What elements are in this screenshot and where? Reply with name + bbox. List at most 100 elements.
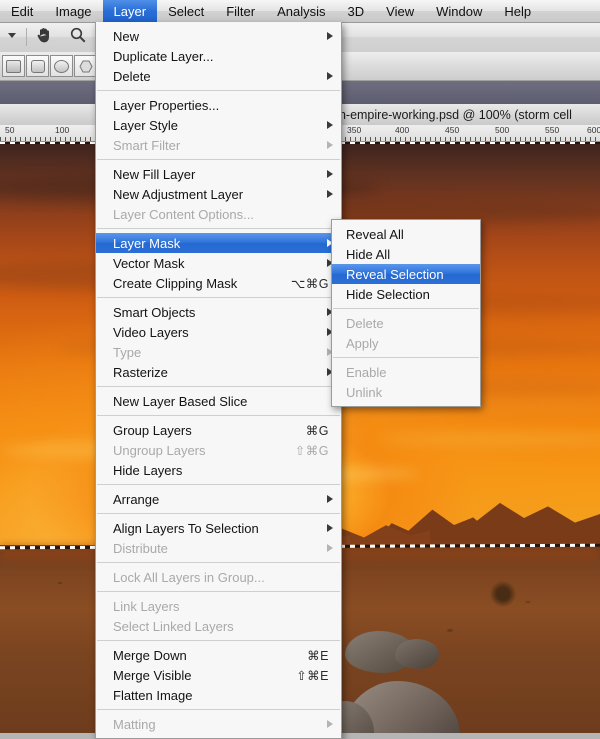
menu-item-new-layer-based-slice[interactable]: New Layer Based Slice (96, 391, 341, 411)
ruler-label: 400 (395, 125, 410, 135)
menu-item-duplicate-layer[interactable]: Duplicate Layer... (96, 46, 341, 66)
menu-item-reveal-all[interactable]: Reveal All (332, 224, 480, 244)
ruler-tick (525, 137, 526, 141)
ruler-tick (435, 137, 436, 141)
ruler-tick (465, 137, 466, 141)
menu-item-new[interactable]: New (96, 26, 341, 46)
ruler-tick (520, 137, 521, 141)
ruler-tick (585, 137, 586, 141)
menu-separator (97, 297, 340, 298)
ruler-tick (495, 137, 496, 141)
ruler-tick (70, 137, 71, 141)
menu-item-hide-selection[interactable]: Hide Selection (332, 284, 480, 304)
ruler-tick (45, 137, 46, 141)
menu-item-vector-mask[interactable]: Vector Mask (96, 253, 341, 273)
ruler-tick (80, 137, 81, 141)
menu-item-group-layers[interactable]: Group Layers ⌘G (96, 420, 341, 440)
menu-item-reveal-selection[interactable]: Reveal Selection (332, 264, 480, 284)
ruler-tick (530, 137, 531, 141)
layer-menu-dropdown[interactable]: New Duplicate Layer... Delete Layer Propert… (95, 22, 342, 739)
menu-item-layer-style[interactable]: Layer Style (96, 115, 341, 135)
menu-item-label: Delete (346, 315, 384, 331)
menubar-item-select[interactable]: Select (157, 0, 215, 22)
ruler-tick (55, 137, 56, 141)
layer-mask-submenu[interactable]: Reveal All Hide All Reveal Selection Hide S… (331, 219, 481, 407)
menu-item-arrange[interactable]: Arrange (96, 489, 341, 509)
menu-item-label: Layer Style (113, 117, 179, 133)
menu-item-label: Delete (113, 68, 151, 84)
menu-item-enable: Enable (332, 362, 480, 382)
menu-item-smart-objects[interactable]: Smart Objects (96, 302, 341, 322)
menu-item-layer-properties[interactable]: Layer Properties... (96, 95, 341, 115)
ruler-tick (500, 137, 501, 141)
ellipse-shape[interactable] (50, 55, 73, 77)
ruler-tick (370, 137, 371, 141)
ruler-tick (515, 137, 516, 141)
application-menu-bar[interactable]: Edit Image Layer Select Filter Analysis 3D View… (0, 0, 600, 23)
menu-item-layer-mask[interactable]: Layer Mask (96, 233, 341, 253)
menu-item-new-adjustment-layer[interactable]: New Adjustment Layer (96, 184, 341, 204)
ruler-tick (345, 137, 346, 141)
ruler-tick (375, 137, 376, 141)
menu-item-label: Layer Mask (113, 235, 181, 251)
rounded-rectangle-shape[interactable] (2, 55, 25, 77)
menu-item-align-layers-to-selection[interactable]: Align Layers To Selection (96, 518, 341, 538)
submenu-arrow-icon (327, 170, 333, 178)
menu-item-label: Reveal Selection (346, 266, 444, 282)
menu-item-delete[interactable]: Delete (96, 66, 341, 86)
menubar-item-filter[interactable]: Filter (215, 0, 266, 22)
menu-item-label: New Fill Layer (113, 166, 196, 182)
menubar-item-window[interactable]: Window (425, 0, 493, 22)
menu-item-merge-down[interactable]: Merge Down ⌘E (96, 645, 341, 665)
menubar-item-layer[interactable]: Layer (102, 0, 158, 22)
menu-item-hide-all[interactable]: Hide All (332, 244, 480, 264)
square-shape[interactable] (26, 55, 49, 77)
ruler-tick (570, 137, 571, 141)
menubar-item-analysis[interactable]: Analysis (266, 0, 336, 22)
menu-item-layer-content-options: Layer Content Options... (96, 204, 341, 224)
hand-tool-icon[interactable] (35, 26, 53, 49)
menu-item-label: Matting (113, 716, 156, 732)
zoom-tool-icon[interactable] (69, 26, 87, 49)
submenu-arrow-icon (327, 524, 333, 532)
ruler-tick (10, 137, 11, 141)
menu-item-merge-visible[interactable]: Merge Visible ⇧⌘E (96, 665, 341, 685)
menu-item-create-clipping-mask[interactable]: Create Clipping Mask ⌥⌘G (96, 273, 341, 293)
menu-item-type: Type (96, 342, 341, 362)
ruler-tick (65, 137, 66, 141)
ruler-tick (460, 137, 461, 141)
menubar-item-help[interactable]: Help (493, 0, 542, 22)
ruler-tick (85, 137, 86, 141)
menubar-item-edit[interactable]: Edit (0, 0, 44, 22)
ruler-tick (560, 137, 561, 141)
menu-item-new-fill-layer[interactable]: New Fill Layer (96, 164, 341, 184)
menubar-item-label: Select (168, 3, 205, 19)
ruler-tick (355, 137, 356, 141)
menu-item-video-layers[interactable]: Video Layers (96, 322, 341, 342)
menu-item-shortcut: ⌥⌘G (290, 276, 329, 291)
menubar-item-image[interactable]: Image (44, 0, 102, 22)
menu-item-label: Align Layers To Selection (113, 520, 259, 536)
ruler-tick (405, 137, 406, 141)
menubar-item-3d[interactable]: 3D (337, 0, 376, 22)
ruler-tick (555, 137, 556, 141)
menubar-item-view[interactable]: View (375, 0, 425, 22)
menu-item-label: Smart Objects (113, 304, 196, 320)
menu-item-flatten-image[interactable]: Flatten Image (96, 685, 341, 705)
menu-item-rasterize[interactable]: Rasterize (96, 362, 341, 382)
ruler-tick (545, 137, 546, 141)
hexagon-shape[interactable] (74, 55, 97, 77)
chevron-down-icon[interactable] (6, 28, 18, 46)
menu-item-distribute: Distribute (96, 538, 341, 558)
menu-item-link-layers: Link Layers (96, 596, 341, 616)
menu-item-label: New Adjustment Layer (113, 186, 244, 202)
menu-item-shortcut: ⌘G (305, 423, 329, 438)
document-tab-title: an-empire-working.psd @ 100% (storm cell (332, 107, 572, 122)
menu-item-label: New Layer Based Slice (113, 393, 248, 409)
menu-item-label: New (113, 28, 140, 44)
ruler-tick (5, 137, 6, 141)
ruler-label: 500 (495, 125, 510, 135)
menu-item-hide-layers[interactable]: Hide Layers (96, 460, 341, 480)
ruler-tick (470, 137, 471, 141)
menu-item-label: Reveal All (346, 226, 404, 242)
